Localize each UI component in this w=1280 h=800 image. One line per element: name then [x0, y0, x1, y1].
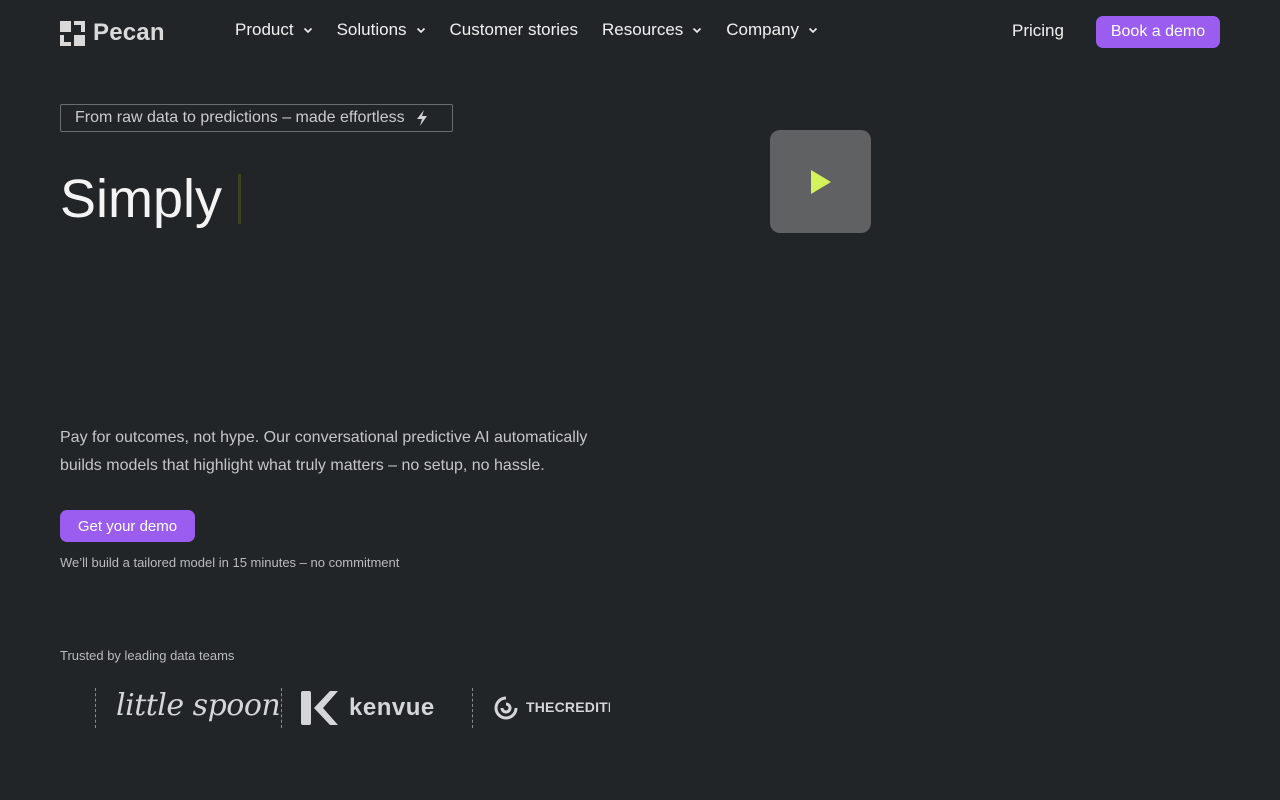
pecan-logo[interactable]: Pecan	[60, 19, 165, 47]
play-video-button[interactable]	[770, 130, 871, 233]
nav-item-company[interactable]: Company	[726, 20, 818, 40]
thecredit-logo-icon	[494, 696, 518, 720]
trusted-label: Trusted by leading data teams	[60, 648, 235, 663]
tagline-badge: From raw data to predictions – made effo…	[60, 104, 453, 132]
little-spoon-logo: little spoon	[116, 688, 281, 723]
headline-text: Simply	[60, 169, 223, 229]
nav-item-product[interactable]: Product	[235, 20, 313, 40]
logo-divider	[95, 688, 96, 728]
partial-logo-icon	[60, 704, 61, 714]
nav-item-resources[interactable]: Resources	[602, 20, 702, 40]
book-demo-button[interactable]: Book a demo	[1096, 16, 1220, 48]
main-menu: Product Solutions Customer stories Resou…	[235, 20, 818, 40]
nav-label: Company	[726, 20, 800, 39]
typing-cursor	[238, 174, 242, 224]
get-demo-button[interactable]: Get your demo	[60, 510, 195, 542]
logo-divider	[472, 688, 473, 728]
hero-description: Pay for outcomes, not hype. Our conversa…	[60, 429, 588, 474]
top-navigation: Pecan Product Solutions Customer stories…	[0, 0, 1280, 64]
logo-divider	[281, 688, 282, 728]
chevron-down-icon	[416, 27, 425, 34]
nav-label: Solutions	[336, 20, 407, 39]
chevron-down-icon	[303, 27, 312, 34]
kenvue-logo: kenvue	[349, 694, 435, 721]
thecredit-logo: THECREDITP	[526, 699, 610, 715]
play-icon	[810, 169, 831, 194]
tagline-text: From raw data to predictions – made effo…	[75, 109, 405, 126]
pricing-link[interactable]: Pricing	[1012, 21, 1064, 41]
pecan-logo-icon	[60, 20, 85, 46]
chevron-down-icon	[693, 27, 702, 34]
chevron-down-icon	[808, 27, 818, 34]
customer-logos-strip: little spoon kenvue THECREDITP	[60, 682, 610, 734]
logo-text: Pecan	[93, 19, 165, 46]
kenvue-k-icon	[301, 691, 338, 725]
hero-headline: Simply	[60, 168, 242, 230]
lightning-bolt-icon	[416, 110, 427, 126]
demo-note: We’ll build a tailored model in 15 minut…	[60, 555, 400, 570]
nav-label: Product	[235, 20, 294, 39]
nav-item-customer-stories[interactable]: Customer stories	[450, 20, 578, 40]
nav-label: Customer stories	[449, 20, 579, 39]
nav-item-solutions[interactable]: Solutions	[337, 20, 426, 40]
nav-label: Resources	[602, 20, 684, 39]
